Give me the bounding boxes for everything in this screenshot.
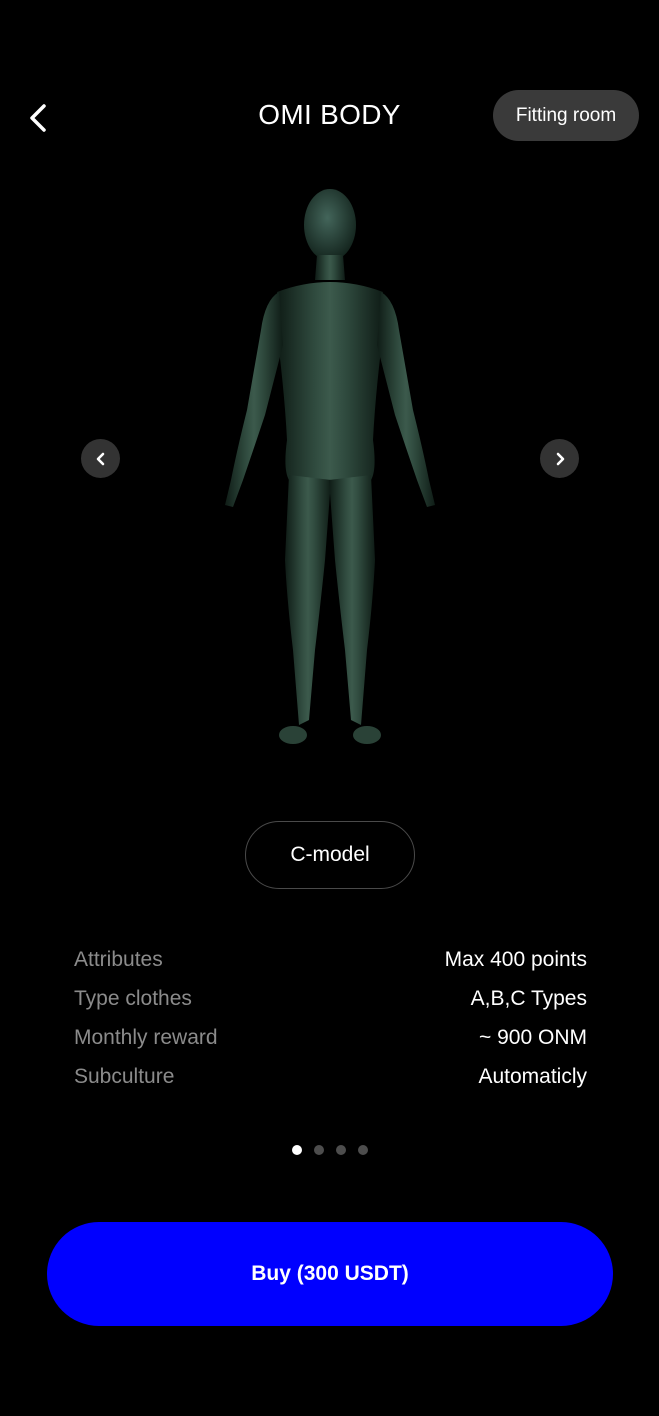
attribute-value: Max 400 points [444,947,587,971]
page-dot-3[interactable] [335,1145,346,1155]
header: OMI BODY Fitting room [0,0,659,200]
page-dot-4[interactable] [357,1145,368,1155]
attribute-label: Monthly reward [74,1025,218,1049]
attribute-label: Subculture [74,1064,175,1088]
page-dot-1[interactable] [291,1145,302,1155]
attribute-label: Type clothes [74,986,192,1010]
attribute-value: ~ 900 ONM [479,1025,587,1049]
page-indicator [0,1145,659,1155]
attribute-value: A,B,C Types [470,986,587,1010]
attribute-row: Monthly reward ~ 900 ONM [74,1018,587,1057]
chevron-right-icon [556,452,564,465]
attributes-list: Attributes Max 400 points Type clothes A… [74,940,587,1096]
attribute-row: Type clothes A,B,C Types [74,979,587,1018]
page-dot-2[interactable] [313,1145,324,1155]
attribute-row: Attributes Max 400 points [74,940,587,979]
previous-model-button[interactable] [81,439,120,478]
next-model-button[interactable] [540,439,579,478]
attribute-label: Attributes [74,947,163,971]
fitting-room-button[interactable]: Fitting room [493,90,639,141]
model-name-badge[interactable]: C-model [245,821,415,889]
buy-button[interactable]: Buy (300 USDT) [47,1222,613,1326]
body-model-figure [225,189,435,744]
attribute-value: Automaticly [478,1064,587,1088]
attribute-row: Subculture Automaticly [74,1057,587,1096]
chevron-left-icon [96,452,104,465]
